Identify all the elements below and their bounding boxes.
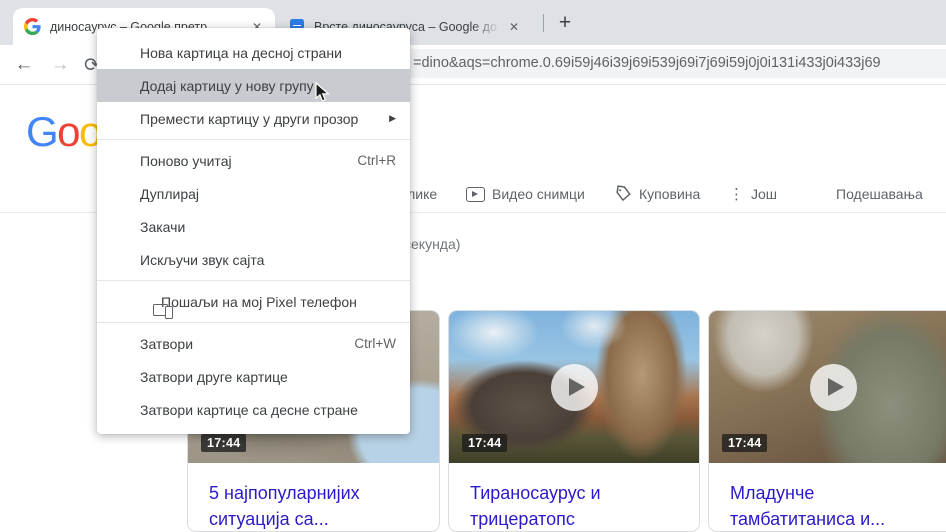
video-title-line: Младунче: [730, 480, 937, 506]
settings-label: Подешавања: [836, 186, 923, 202]
menu-shortcut: Ctrl+W: [354, 336, 396, 351]
tab-context-menu: Нова картица на десној страни Додај карт…: [97, 28, 410, 434]
shopping-tag-icon: [614, 185, 632, 203]
menu-item-label: Нова картица на десној страни: [140, 45, 396, 61]
menu-separator: [97, 322, 410, 323]
menu-item-pin[interactable]: Закачи: [97, 210, 410, 243]
menu-item-label: Премести картицу у други прозор: [140, 111, 389, 127]
tab-videos-label: Видео снимци: [492, 186, 585, 202]
menu-item-label: Затвори картице са десне стране: [140, 402, 396, 418]
menu-shortcut: Ctrl+R: [357, 153, 396, 168]
video-title-line: тамбатитаниса и...: [730, 506, 937, 532]
tab-videos[interactable]: Видео снимци: [466, 176, 585, 212]
menu-item-label: Затвори друге картице: [140, 369, 396, 385]
play-icon[interactable]: [810, 364, 857, 411]
menu-item-label: Искључи звук сајта: [140, 252, 396, 268]
menu-item-label: Дуплирај: [140, 186, 396, 202]
tab-shopping[interactable]: Куповина: [614, 176, 700, 212]
video-thumbnail[interactable]: 17:44: [449, 311, 699, 463]
video-title[interactable]: 5 најпопуларнијих ситуација са...: [209, 480, 419, 532]
menu-item-close-tabs-to-right[interactable]: Затвори картице са десне стране: [97, 393, 410, 426]
menu-item-add-tab-to-new-group[interactable]: Додај картицу у нову групу: [97, 69, 410, 102]
video-duration-badge: 17:44: [722, 434, 767, 452]
menu-item-move-tab-to-other-window[interactable]: Премести картицу у други прозор ▶: [97, 102, 410, 135]
new-tab-button[interactable]: +: [552, 10, 578, 36]
video-duration-badge: 17:44: [462, 434, 507, 452]
google-g-icon: [24, 18, 41, 35]
video-title-line: ситуација са...: [209, 506, 419, 532]
menu-separator: [97, 280, 410, 281]
menu-item-close[interactable]: Затвори Ctrl+W: [97, 327, 410, 360]
video-card[interactable]: 17:44 Младунче тамбатитаниса и...: [708, 310, 946, 532]
menu-item-new-tab-right[interactable]: Нова картица на десној страни: [97, 36, 410, 69]
close-tab-icon[interactable]: ✕: [504, 17, 524, 37]
play-icon[interactable]: [551, 364, 598, 411]
submenu-arrow-icon: ▶: [389, 113, 396, 124]
video-title-line: Тираносаурус и: [470, 480, 679, 506]
menu-item-duplicate[interactable]: Дуплирај: [97, 177, 410, 210]
video-duration-badge: 17:44: [201, 434, 246, 452]
mouse-cursor: [314, 82, 334, 104]
video-card[interactable]: 17:44 Тираносаурус и трицератопс: [448, 310, 700, 532]
results-stats: секунда): [404, 236, 460, 252]
url-text: =dino&aqs=chrome.0.69i59j46i39j69i539j69…: [413, 49, 881, 78]
menu-item-send-to-pixel-phone[interactable]: Пошаљи на мој Pixel телефон: [97, 285, 410, 318]
menu-item-label: Закачи: [140, 219, 396, 235]
more-dots-icon: ⋮: [729, 185, 744, 203]
video-title-line: 5 најпопуларнијих: [209, 480, 419, 506]
menu-item-close-other-tabs[interactable]: Затвори друге картице: [97, 360, 410, 393]
logo-letter: G: [26, 108, 57, 155]
menu-item-label: Пошаљи на мој Pixel телефон: [161, 294, 396, 310]
browser-window: Google Слике Видео снимци Куповина ⋮ Још: [0, 0, 946, 532]
menu-item-mute-site[interactable]: Искључи звук сајта: [97, 243, 410, 276]
menu-item-label: Додај картицу у нову групу: [140, 78, 396, 94]
menu-item-label: Поново учитај: [140, 153, 357, 169]
menu-item-reload[interactable]: Поново учитај Ctrl+R: [97, 144, 410, 177]
back-button[interactable]: ←: [8, 45, 40, 85]
settings-button[interactable]: Подешавања: [836, 176, 923, 212]
forward-button[interactable]: →: [44, 45, 76, 85]
tab-shopping-label: Куповина: [639, 186, 700, 202]
tab-separator: [543, 14, 544, 32]
tab-more-label: Још: [751, 186, 777, 202]
video-icon: [466, 187, 485, 202]
menu-item-label: Затвори: [140, 336, 354, 352]
video-title[interactable]: Младунче тамбатитаниса и...: [730, 480, 937, 532]
menu-separator: [97, 139, 410, 140]
video-title-line: трицератопс: [470, 506, 679, 532]
tab-more[interactable]: ⋮ Још: [729, 176, 777, 212]
devices-icon: [153, 303, 174, 318]
video-thumbnail[interactable]: 17:44: [709, 311, 946, 463]
logo-letter: o: [57, 108, 79, 155]
video-title[interactable]: Тираносаурус и трицератопс: [470, 480, 679, 532]
